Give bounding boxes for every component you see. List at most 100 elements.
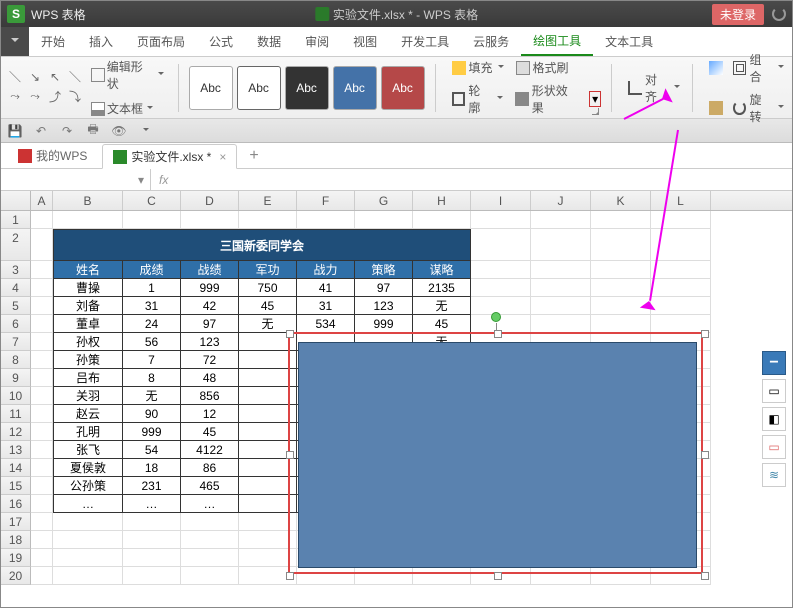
cell[interactable] [471,229,531,261]
resize-handle[interactable] [286,330,294,338]
row-header[interactable]: 1 [1,211,31,229]
resize-handle[interactable] [494,572,502,580]
cell[interactable] [53,549,123,567]
cell[interactable] [471,297,531,315]
shape-effects-button[interactable]: 形状效果 [513,81,581,117]
row-header[interactable]: 19 [1,549,31,567]
row-header[interactable]: 17 [1,513,31,531]
tab-云服务[interactable]: 云服务 [461,27,521,56]
app-menu-dropdown[interactable] [1,27,29,56]
cell[interactable] [31,333,53,351]
cell[interactable] [31,495,53,513]
cell[interactable] [31,369,53,387]
refresh-icon[interactable] [772,7,786,21]
select-all-corner[interactable] [1,191,31,210]
cell[interactable] [591,261,651,279]
cell[interactable] [31,477,53,495]
spreadsheet-grid[interactable]: ABCDEFGHIJKL 123456789101112131415161718… [1,191,792,585]
col-header[interactable]: B [53,191,123,210]
cell[interactable] [123,567,181,585]
cell[interactable] [651,297,711,315]
cell[interactable] [181,211,239,229]
cell[interactable] [31,531,53,549]
col-header[interactable]: C [123,191,181,210]
col-header[interactable]: E [239,191,297,210]
dialog-launcher[interactable] [589,105,599,115]
style-preset-2[interactable]: Abc [237,66,281,110]
shape-lines-gallery[interactable]: ＼↘↖＼ ⤳⤳⤴⤵ [7,69,83,107]
col-header[interactable]: G [355,191,413,210]
row-header[interactable]: 7 [1,333,31,351]
group-button[interactable]: 组合 [731,50,786,86]
qat-undo-icon[interactable]: ↶ [33,123,49,139]
cell[interactable] [297,211,355,229]
col-header[interactable]: D [181,191,239,210]
col-header[interactable]: H [413,191,471,210]
col-header[interactable]: K [591,191,651,210]
row-header[interactable]: 15 [1,477,31,495]
qat-print-icon[interactable]: 🖶 [85,123,101,139]
cell[interactable] [31,405,53,423]
cell[interactable] [31,459,53,477]
cell[interactable] [181,567,239,585]
cell[interactable] [471,279,531,297]
cell[interactable] [651,211,711,229]
style-preset-5[interactable]: Abc [381,66,425,110]
cell[interactable] [31,229,53,261]
resize-handle[interactable] [286,572,294,580]
cell[interactable] [591,211,651,229]
tab-页面布局[interactable]: 页面布局 [125,27,197,56]
panel-layers-icon[interactable]: ≋ [762,463,786,487]
row-header[interactable]: 14 [1,459,31,477]
row-header[interactable]: 4 [1,279,31,297]
row-header[interactable]: 20 [1,567,31,585]
shape-styles-gallery[interactable]: Abc Abc Abc Abc Abc [189,66,425,110]
cell[interactable] [239,211,297,229]
cell[interactable] [531,279,591,297]
cell[interactable] [31,279,53,297]
cell[interactable] [181,549,239,567]
col-header[interactable]: A [31,191,53,210]
rectangle-shape[interactable] [298,342,697,568]
cell[interactable] [31,211,53,229]
tab-绘图工具[interactable]: 绘图工具 [521,27,593,56]
cell[interactable] [355,211,413,229]
style-preset-1[interactable]: Abc [189,66,233,110]
select-button[interactable] [707,50,725,86]
cell[interactable] [31,441,53,459]
row-header[interactable]: 12 [1,423,31,441]
qat-preview-icon[interactable]: 👁 [111,123,127,139]
cell[interactable] [53,513,123,531]
resize-handle[interactable] [494,330,502,338]
resize-handle[interactable] [701,330,709,338]
tab-插入[interactable]: 插入 [77,27,125,56]
fill-button[interactable]: 填充 [450,58,506,77]
tab-审阅[interactable]: 审阅 [293,27,341,56]
name-box[interactable]: ▾ [1,169,151,190]
cell[interactable] [531,211,591,229]
layer-button[interactable] [707,90,725,126]
style-preset-4[interactable]: Abc [333,66,377,110]
panel-collapse-button[interactable]: − [762,351,786,375]
cell[interactable] [31,261,53,279]
outline-button[interactable]: 轮廓 [450,81,505,117]
cell[interactable] [531,261,591,279]
row-header[interactable]: 5 [1,297,31,315]
tab-开始[interactable]: 开始 [29,27,77,56]
col-header[interactable]: I [471,191,531,210]
panel-chart-icon[interactable]: ▭ [762,435,786,459]
row-header[interactable]: 6 [1,315,31,333]
qat-redo-icon[interactable]: ↷ [59,123,75,139]
cell[interactable] [471,261,531,279]
cell[interactable] [531,229,591,261]
cell[interactable] [531,315,591,333]
cell[interactable] [53,531,123,549]
tab-开发工具[interactable]: 开发工具 [389,27,461,56]
cell[interactable] [31,387,53,405]
panel-fill-icon[interactable]: ◧ [762,407,786,431]
resize-handle[interactable] [701,451,709,459]
cell[interactable] [413,211,471,229]
cell[interactable] [123,531,181,549]
cell[interactable] [591,315,651,333]
cell[interactable] [531,297,591,315]
